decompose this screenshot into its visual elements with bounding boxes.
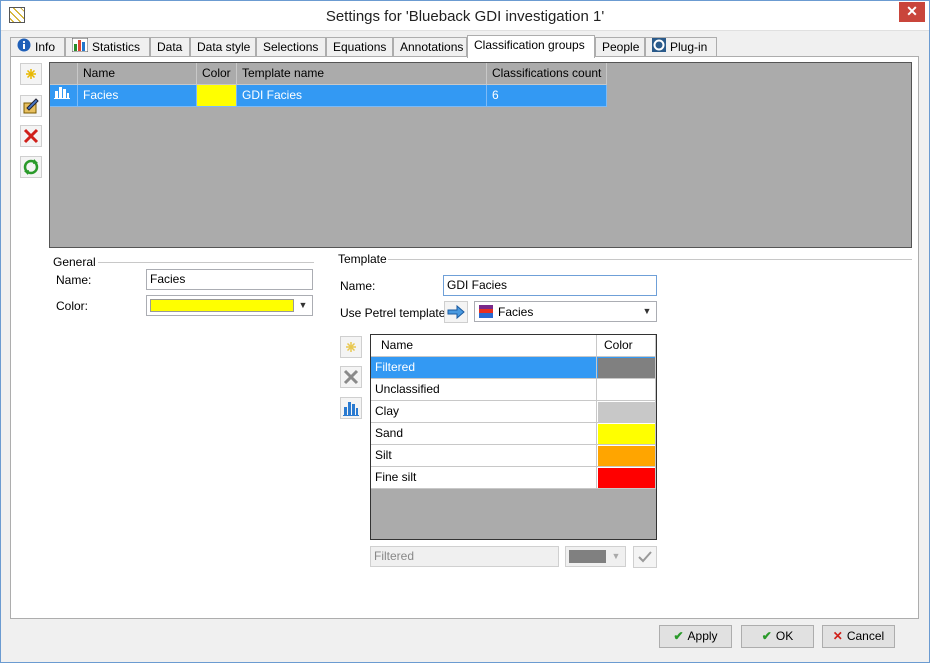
refresh-button[interactable] bbox=[20, 156, 42, 178]
facies-template-icon bbox=[479, 305, 493, 321]
classification-edit-color-dropdown[interactable]: ▼ bbox=[565, 546, 626, 567]
table-row[interactable]: Clay bbox=[371, 401, 656, 423]
classification-color-swatch bbox=[598, 446, 655, 466]
classification-color-swatch bbox=[598, 468, 655, 488]
classification-name: Unclassified bbox=[371, 379, 597, 401]
general-group-title: General bbox=[53, 255, 96, 269]
histogram-button[interactable] bbox=[340, 397, 362, 419]
classification-name: Clay bbox=[371, 401, 597, 423]
template-group-divider bbox=[388, 259, 912, 260]
petrel-template-value: Facies bbox=[498, 305, 534, 319]
classification-color-swatch bbox=[598, 358, 655, 378]
template-header-name[interactable]: Name bbox=[371, 335, 597, 357]
row-name: Facies bbox=[78, 85, 197, 107]
refresh-icon bbox=[23, 159, 39, 175]
row-color-swatch bbox=[197, 85, 236, 106]
classification-color-swatch bbox=[598, 380, 655, 400]
template-name-label: Name: bbox=[340, 279, 376, 293]
apply-petrel-template-button[interactable] bbox=[444, 301, 468, 323]
general-group-divider bbox=[98, 262, 314, 263]
tab-selections[interactable]: Selections bbox=[256, 37, 326, 57]
row-template-name: GDI Facies bbox=[237, 85, 487, 107]
delete-classification-button[interactable] bbox=[340, 366, 362, 388]
cancel-button[interactable]: ✕ Cancel bbox=[822, 625, 895, 648]
general-name-label: Name: bbox=[56, 273, 92, 287]
title-bar: Settings for 'Blueback GDI investigation… bbox=[1, 1, 929, 31]
close-icon: ✕ bbox=[832, 629, 843, 643]
row-classifications-count: 6 bbox=[487, 85, 607, 107]
info-icon bbox=[17, 38, 31, 58]
confirm-classification-button[interactable] bbox=[633, 546, 657, 568]
histogram-icon bbox=[343, 402, 359, 416]
new-icon bbox=[26, 69, 36, 79]
close-button[interactable]: ✕ bbox=[899, 2, 925, 22]
classification-color-swatch bbox=[598, 424, 655, 444]
template-classifications-table[interactable]: Name Color Filtered Unclassified Clay Sa… bbox=[370, 334, 657, 540]
classification-color-swatch bbox=[598, 402, 655, 422]
row-histogram-icon bbox=[50, 85, 78, 107]
delete-group-button[interactable] bbox=[20, 125, 42, 147]
table-row[interactable]: Sand bbox=[371, 423, 656, 445]
general-color-dropdown[interactable]: ▼ bbox=[146, 295, 313, 316]
classification-name: Fine silt bbox=[371, 467, 597, 489]
general-color-label: Color: bbox=[56, 299, 89, 313]
classification-edit-color-swatch bbox=[569, 550, 606, 563]
plugin-icon bbox=[652, 38, 666, 58]
grid-header-name[interactable]: Name bbox=[78, 63, 197, 85]
add-classification-button[interactable] bbox=[340, 336, 362, 358]
table-row[interactable]: Filtered bbox=[371, 357, 656, 379]
table-row[interactable]: Facies GDI Facies 6 bbox=[50, 85, 607, 107]
grid-header-color[interactable]: Color bbox=[197, 63, 237, 85]
row-color-cell bbox=[197, 85, 237, 107]
ok-button[interactable]: ✔ OK bbox=[741, 625, 814, 648]
petrel-template-dropdown[interactable]: Facies ▼ bbox=[474, 301, 657, 322]
table-row[interactable]: Unclassified bbox=[371, 379, 656, 401]
classification-name: Sand bbox=[371, 423, 597, 445]
grid-header-corner bbox=[50, 63, 78, 85]
checkmark-icon: ✔ bbox=[673, 629, 684, 643]
chevron-down-icon: ▼ bbox=[611, 551, 621, 561]
general-color-swatch bbox=[150, 299, 294, 312]
edit-group-button[interactable] bbox=[20, 95, 42, 117]
classification-groups-grid[interactable]: Name Color Template name Classifications… bbox=[49, 62, 912, 248]
grid-header-template-name[interactable]: Template name bbox=[237, 63, 487, 85]
tab-info[interactable]: Info bbox=[10, 37, 65, 57]
tab-people[interactable]: People bbox=[595, 37, 645, 57]
apply-button[interactable]: ✔ Apply bbox=[659, 625, 732, 648]
arrow-right-icon bbox=[447, 304, 465, 320]
table-row[interactable]: Silt bbox=[371, 445, 656, 467]
window-title: Settings for 'Blueback GDI investigation… bbox=[325, 8, 605, 25]
delete-icon bbox=[23, 128, 39, 144]
tab-annotations[interactable]: Annotations bbox=[393, 37, 467, 57]
tab-equations[interactable]: Equations bbox=[326, 37, 393, 57]
checkmark-icon: ✔ bbox=[761, 629, 772, 643]
add-group-button[interactable] bbox=[20, 63, 42, 85]
chevron-down-icon: ▼ bbox=[298, 300, 308, 310]
template-group-title: Template bbox=[338, 252, 387, 266]
template-table-header: Name Color bbox=[371, 335, 656, 357]
edit-icon bbox=[23, 98, 39, 114]
petrel-template-label: Use Petrel template: bbox=[340, 306, 449, 320]
tab-statistics[interactable]: Statistics bbox=[65, 37, 150, 57]
classification-name: Silt bbox=[371, 445, 597, 467]
template-header-color[interactable]: Color bbox=[597, 335, 656, 357]
grid-header-classifications-count[interactable]: Classifications count bbox=[487, 63, 607, 85]
chevron-down-icon: ▼ bbox=[642, 306, 652, 316]
tab-classification-groups[interactable]: Classification groups bbox=[467, 35, 595, 58]
table-row[interactable]: Fine silt bbox=[371, 467, 656, 489]
general-name-input[interactable]: Facies bbox=[146, 269, 313, 290]
classification-name: Filtered bbox=[371, 357, 597, 379]
statistics-icon bbox=[71, 37, 89, 58]
delete-icon bbox=[343, 369, 359, 385]
checkmark-icon bbox=[638, 551, 652, 563]
new-icon bbox=[346, 342, 356, 352]
classification-edit-name-input[interactable]: Filtered bbox=[370, 546, 559, 567]
template-name-input[interactable]: GDI Facies bbox=[443, 275, 657, 296]
tab-plug-in[interactable]: Plug-in bbox=[645, 37, 717, 57]
tab-data[interactable]: Data bbox=[150, 37, 190, 57]
tab-data-style[interactable]: Data style bbox=[190, 37, 256, 57]
